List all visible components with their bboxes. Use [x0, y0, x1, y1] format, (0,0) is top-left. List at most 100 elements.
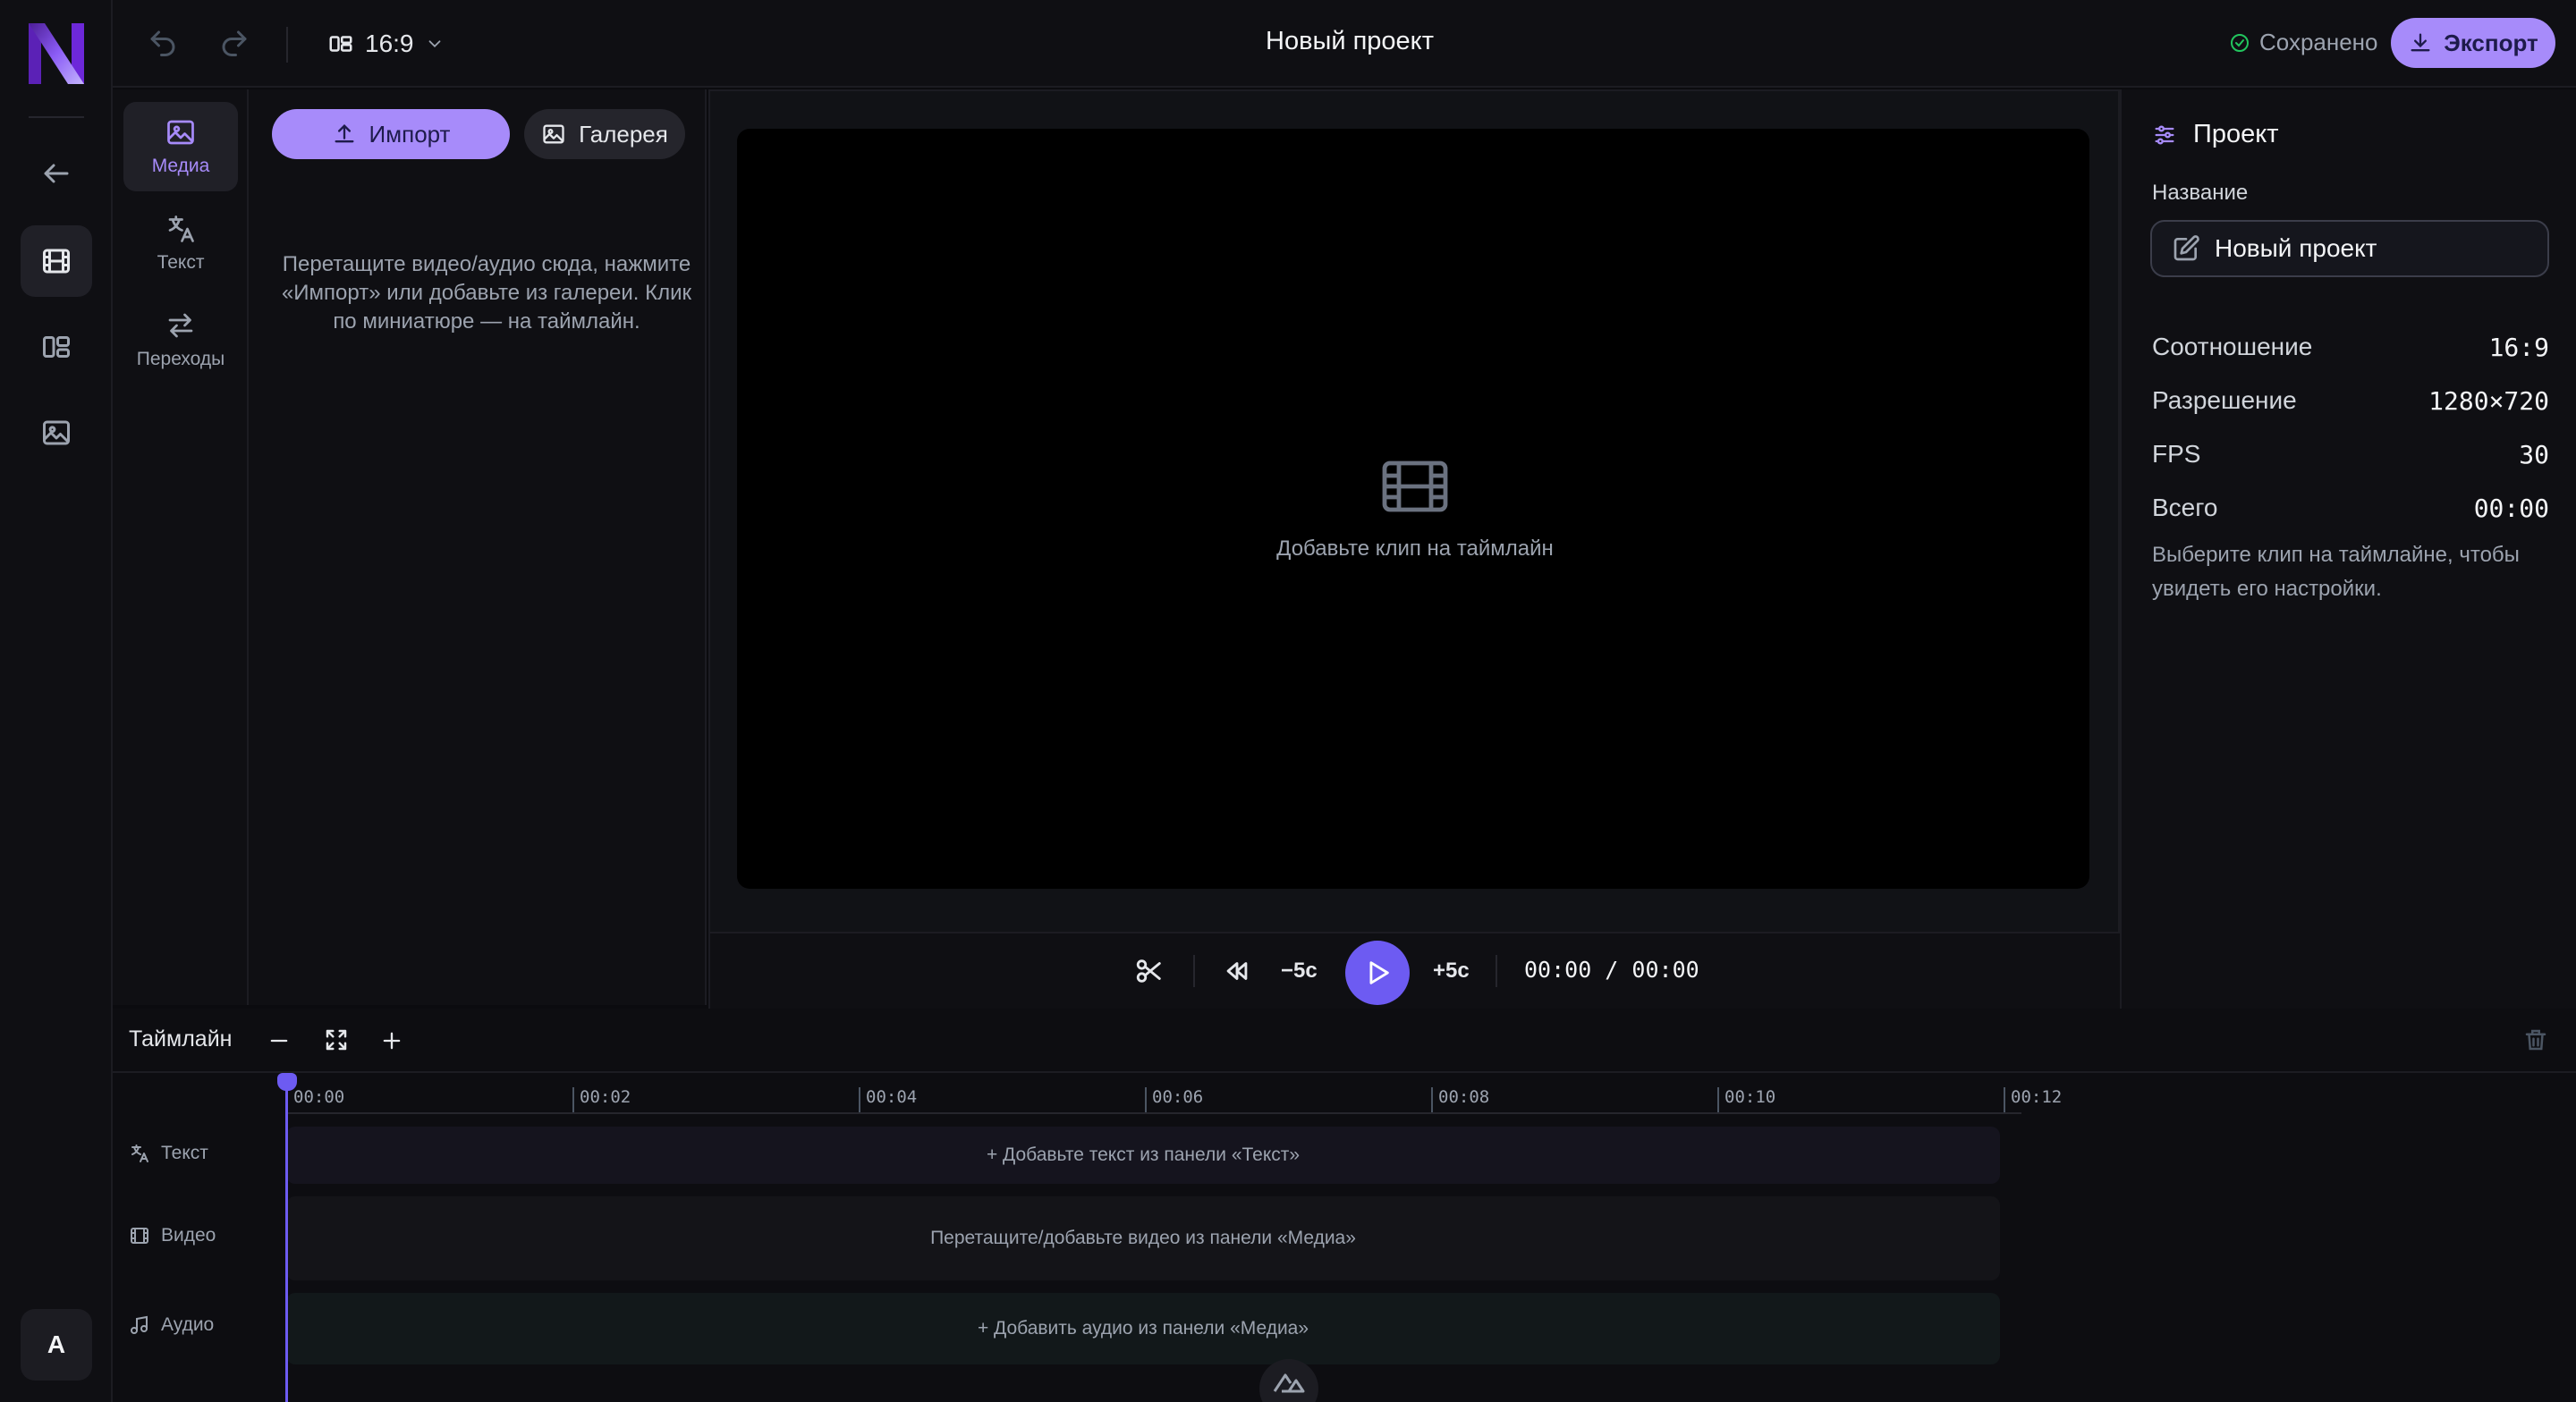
aspect-ratio-select[interactable]: 16:9 [327, 25, 445, 63]
tool-tab-text[interactable]: Текст [123, 198, 238, 288]
prop-value: 00:00 [2473, 494, 2549, 523]
zoom-out-icon[interactable] [267, 1028, 292, 1053]
timeline-title: Таймлайн [129, 1026, 233, 1052]
film-icon [129, 1225, 150, 1246]
playhead[interactable] [285, 1075, 288, 1402]
import-button[interactable]: Импорт [272, 109, 510, 159]
import-label: Импорт [369, 120, 451, 148]
gallery-label: Галерея [579, 120, 668, 148]
project-name-input[interactable]: Новый проект [2150, 220, 2549, 277]
film-icon [1381, 460, 1449, 513]
scissors-icon[interactable] [1134, 951, 1165, 991]
layout-icon [327, 30, 354, 57]
download-icon [2408, 30, 2433, 55]
toolbar-divider [286, 27, 288, 63]
ruler-tick: 00:00 [286, 1087, 344, 1114]
track-label: Аудио [161, 1314, 215, 1335]
prop-value: 16:9 [2488, 333, 2549, 362]
translate-icon [165, 213, 197, 245]
track-label: Текст [161, 1143, 208, 1163]
ruler-tick: 00:04 [859, 1087, 917, 1114]
prop-row-aspect: Соотношение 16:9 [2152, 333, 2549, 362]
image-icon[interactable] [21, 397, 92, 469]
prop-key: Разрешение [2152, 386, 2297, 414]
prop-key: FPS [2152, 440, 2201, 468]
aspect-ratio-value: 16:9 [365, 30, 414, 57]
ruler-tick: 00:02 [572, 1087, 631, 1114]
track-label-audio: Аудио [129, 1314, 214, 1336]
controls-divider [1193, 955, 1195, 987]
chevron-down-icon [425, 34, 445, 54]
film-icon[interactable] [21, 225, 92, 297]
gallery-button[interactable]: Галерея [524, 109, 685, 159]
redo-icon[interactable] [218, 27, 250, 59]
app-logo[interactable] [25, 20, 88, 88]
project-panel: Проект Название Новый проект Соотношение… [2120, 89, 2576, 1009]
prop-value: 30 [2519, 440, 2549, 469]
prop-key: Всего [2152, 494, 2218, 521]
undo-icon[interactable] [147, 27, 179, 59]
ruler-tick: 00:12 [2004, 1087, 2062, 1114]
rail-divider [29, 116, 84, 118]
timecode: 00:00 / 00:00 [1524, 957, 1699, 983]
prop-row-total: Всего 00:00 [2152, 494, 2549, 523]
prop-value: 1280×720 [2428, 386, 2549, 416]
preview-empty-message: Добавьте клип на таймлайн [1276, 536, 1554, 561]
media-empty-hint: Перетащите видео/аудио сюда, нажмите «Им… [281, 252, 692, 334]
play-button[interactable] [1345, 941, 1410, 1005]
ruler-tick: 00:08 [1431, 1087, 1489, 1114]
play-icon [1362, 958, 1393, 988]
tool-tab-media[interactable]: Медиа [123, 102, 238, 191]
ruler-tick: 00:10 [1717, 1087, 1775, 1114]
edit-icon [2172, 234, 2200, 263]
skip-back-icon[interactable] [1222, 951, 1252, 991]
video-track[interactable]: Перетащите/добавьте видео из панели «Мед… [286, 1196, 2000, 1280]
trash-icon[interactable] [2522, 1026, 2549, 1053]
controls-divider [1496, 955, 1497, 987]
music-note-icon [129, 1314, 150, 1336]
tool-tab-transitions[interactable]: Переходы [123, 295, 238, 384]
ruler-baseline [286, 1112, 2021, 1114]
project-name-value: Новый проект [2215, 234, 2377, 262]
preview-area: Добавьте клип на таймлайн −5с +5с 00:00 … [708, 89, 2120, 1009]
swap-icon [165, 309, 197, 342]
track-label-text: Текст [129, 1143, 208, 1164]
media-panel: Импорт Галерея Перетащите видео/аудио сю… [249, 89, 707, 1005]
tool-tab-label: Текст [157, 252, 205, 273]
export-button[interactable]: Экспорт [2391, 18, 2555, 68]
ruler-tick: 00:06 [1145, 1087, 1203, 1114]
save-status: Сохранено [2229, 29, 2378, 56]
track-label-video: Видео [129, 1225, 216, 1246]
sliders-icon [2152, 122, 2177, 148]
tool-tab-label: Медиа [151, 156, 210, 176]
project-hint: Выберите клип на таймлайне, чтобы увидет… [2152, 543, 2520, 601]
devtools-logo-icon[interactable] [1259, 1359, 1318, 1402]
app-rail: A [0, 0, 113, 1402]
prop-row-fps: FPS 30 [2152, 440, 2549, 469]
check-circle-icon [2229, 32, 2250, 54]
seek-back-5-button[interactable]: −5с [1281, 951, 1318, 991]
prop-row-resolution: Разрешение 1280×720 [2152, 386, 2549, 416]
timeline-ruler[interactable]: 00:00 00:02 00:04 00:06 00:08 00:10 00:1… [113, 1075, 2576, 1118]
playhead-handle[interactable] [277, 1073, 297, 1091]
zoom-in-icon[interactable] [379, 1028, 404, 1053]
layout-icon[interactable] [21, 311, 92, 383]
prop-key: Соотношение [2152, 333, 2313, 360]
tool-tab-label: Переходы [136, 349, 225, 369]
back-arrow-icon[interactable] [21, 138, 92, 209]
image-icon [165, 116, 197, 148]
audio-track[interactable]: + Добавить аудио из панели «Медиа» [286, 1293, 2000, 1364]
name-label: Название [2152, 181, 2249, 205]
export-label: Экспорт [2444, 29, 2538, 56]
fit-screen-icon[interactable] [323, 1026, 350, 1053]
tool-tabs: Медиа Текст Переходы [113, 89, 249, 1005]
project-heading-label: Проект [2193, 120, 2279, 148]
save-status-label: Сохранено [2259, 29, 2378, 55]
timeline: Таймлайн 00:00 00:02 00:04 00:06 00:08 0… [113, 1009, 2576, 1402]
seek-forward-5-button[interactable]: +5с [1433, 951, 1470, 991]
translate-icon [129, 1143, 150, 1164]
user-avatar[interactable]: A [21, 1309, 92, 1381]
top-bar: 16:9 Новый проект Сохранено Экспорт [113, 0, 2576, 88]
upload-icon [332, 122, 357, 147]
text-track[interactable]: + Добавьте текст из панели «Текст» [286, 1127, 2000, 1184]
